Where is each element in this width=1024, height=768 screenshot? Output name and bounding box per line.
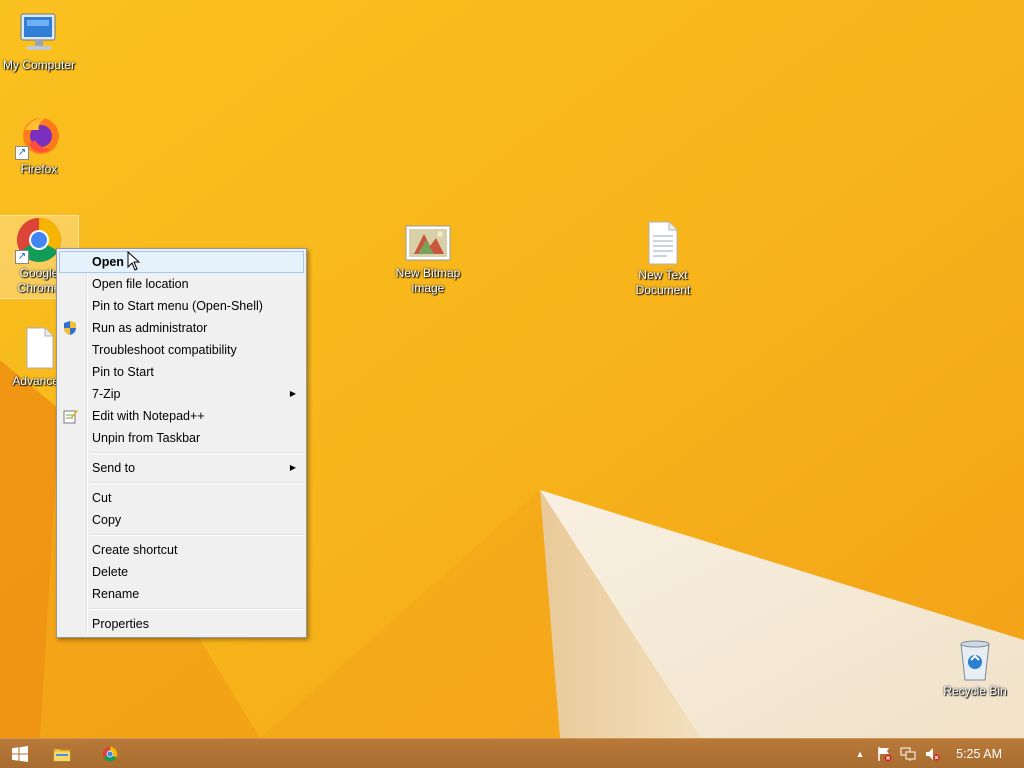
menu-item-label: Pin to Start menu (Open-Shell) — [92, 299, 263, 313]
menu-item-pin-to-start-menu-open-shell[interactable]: Pin to Start menu (Open-Shell) — [59, 295, 304, 317]
file-explorer-icon — [53, 748, 71, 762]
start-button[interactable] — [0, 739, 40, 768]
chrome-icon — [102, 746, 118, 762]
menu-item-cut[interactable]: Cut — [59, 487, 304, 509]
taskbar: ▲ 5:25 AM — [0, 738, 1024, 768]
menu-item-label: Create shortcut — [92, 543, 178, 557]
action-center-flag-icon[interactable] — [876, 746, 892, 762]
desktop-icon-firefox[interactable]: ↗ Firefox — [0, 112, 78, 177]
submenu-arrow-icon: ▶ — [289, 463, 296, 472]
menu-item-delete[interactable]: Delete — [59, 561, 304, 583]
desktop-icon-label: Recycle Bin — [943, 684, 1007, 698]
submenu-arrow-icon: ▶ — [289, 389, 296, 398]
recycle-bin-icon — [960, 640, 990, 681]
menu-item-run-as-administrator[interactable]: Run as administrator — [59, 317, 304, 339]
desktop-icon-my-computer[interactable]: My Computer — [0, 8, 78, 73]
taskbar-clock[interactable]: 5:25 AM — [956, 739, 1002, 768]
menu-item-edit-with-notepadpp[interactable]: Edit with Notepad++ — [59, 405, 304, 427]
network-icon[interactable] — [900, 746, 916, 762]
menu-item-label: Run as administrator — [92, 321, 208, 335]
menu-item-unpin-from-taskbar[interactable]: Unpin from Taskbar — [59, 427, 304, 449]
menu-item-rename[interactable]: Rename — [59, 583, 304, 605]
menu-separator — [89, 482, 304, 484]
menu-item-label: Rename — [92, 587, 140, 601]
menu-item-label: Troubleshoot compatibility — [92, 343, 237, 357]
desktop-icon-new-bitmap-image[interactable]: New Bitmap image — [389, 224, 467, 296]
menu-item-label: Open file location — [92, 277, 189, 291]
menu-item-label: Open — [92, 255, 124, 269]
system-tray: ▲ 5:25 AM — [844, 739, 1024, 768]
menu-item-troubleshoot-compatibility[interactable]: Troubleshoot compatibility — [59, 339, 304, 361]
windows-logo-icon — [12, 746, 28, 762]
menu-item-copy[interactable]: Copy — [59, 509, 304, 531]
menu-item-label: Copy — [92, 513, 122, 527]
desktop-icon-new-text-document[interactable]: New Text Document — [624, 220, 702, 298]
menu-item-label: Cut — [92, 491, 112, 505]
menu-item-label: 7-Zip — [92, 387, 121, 401]
desktop-icon-label: New Bitmap image — [395, 266, 461, 295]
context-menu: Open Open file location Pin to Start men… — [56, 248, 307, 638]
notepadpp-icon — [63, 410, 78, 424]
taskbar-chrome-button[interactable] — [90, 739, 130, 768]
menu-item-7-zip[interactable]: 7-Zip ▶ — [59, 383, 304, 405]
menu-separator — [89, 608, 304, 610]
menu-item-label: Pin to Start — [92, 365, 154, 379]
desktop-icon-recycle-bin[interactable]: Recycle Bin — [936, 636, 1014, 699]
menu-separator — [89, 452, 304, 454]
volume-muted-icon[interactable] — [924, 746, 940, 762]
menu-item-pin-to-start[interactable]: Pin to Start — [59, 361, 304, 383]
menu-item-open-file-location[interactable]: Open file location — [59, 273, 304, 295]
desktop-icon-label: Firefox — [20, 162, 58, 176]
text-document-icon — [648, 221, 678, 265]
menu-item-send-to[interactable]: Send to ▶ — [59, 457, 304, 479]
uac-shield-icon — [64, 321, 76, 335]
mouse-cursor-icon — [127, 251, 141, 271]
taskbar-file-explorer-button[interactable] — [42, 739, 82, 768]
menu-item-create-shortcut[interactable]: Create shortcut — [59, 539, 304, 561]
menu-item-label: Unpin from Taskbar — [92, 431, 201, 445]
shortcut-arrow-icon: ↗ — [15, 146, 29, 160]
computer-icon — [20, 13, 56, 50]
shortcut-arrow-icon: ↗ — [15, 250, 29, 264]
menu-item-label: Properties — [92, 617, 149, 631]
menu-item-label: Send to — [92, 461, 136, 475]
show-hidden-icons-chevron-icon[interactable]: ▲ — [852, 746, 868, 762]
menu-item-properties[interactable]: Properties — [59, 613, 304, 635]
desktop-icon-label: New Text Document — [635, 268, 691, 297]
menu-item-label: Edit with Notepad++ — [92, 409, 205, 423]
desktop-icon-label: My Computer — [2, 58, 76, 72]
menu-separator — [89, 534, 304, 536]
bitmap-image-icon — [405, 225, 451, 261]
menu-item-open[interactable]: Open — [59, 251, 304, 273]
menu-item-label: Delete — [92, 565, 129, 579]
